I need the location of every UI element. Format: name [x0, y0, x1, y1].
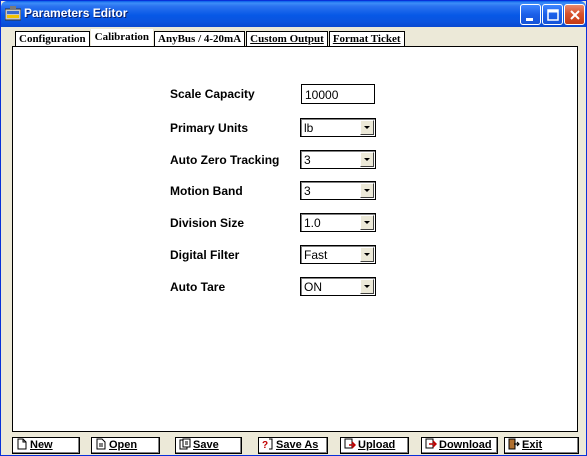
primary-units-select[interactable]: lb [300, 118, 376, 137]
svg-text:?: ? [262, 440, 268, 450]
parameters-editor-window: Parameters Editor Configuration Calibrat… [0, 0, 587, 456]
bottom-toolbar: New Open Save ? Save As Upload Download … [12, 437, 580, 455]
auto-tare-value: ON [304, 280, 322, 294]
minimize-button[interactable] [520, 4, 541, 25]
save-as-button[interactable]: ? Save As [258, 437, 328, 454]
auto-tare-label: Auto Tare [170, 280, 226, 294]
auto-tare-select[interactable]: ON [300, 277, 376, 296]
tab-configuration-label: Configuration [19, 33, 86, 45]
tab-anybus-label: AnyBus / 4-20mA [158, 33, 242, 45]
auto-zero-tracking-value: 3 [304, 153, 311, 167]
chevron-down-icon[interactable] [360, 120, 374, 135]
motion-band-label: Motion Band [170, 184, 243, 198]
tab-strip: Configuration Calibration AnyBus / 4-20m… [15, 29, 405, 47]
calibration-panel: Scale Capacity 10000 Primary Units lb Au… [12, 46, 578, 432]
new-file-icon [17, 438, 27, 450]
auto-zero-tracking-select[interactable]: 3 [300, 150, 376, 169]
save-as-button-label: Save As [276, 439, 319, 451]
motion-band-value: 3 [304, 184, 311, 198]
auto-zero-tracking-label: Auto Zero Tracking [170, 153, 280, 167]
open-button-label: Open [109, 439, 138, 451]
download-button[interactable]: Download [421, 437, 498, 454]
exit-button[interactable]: Exit [504, 437, 579, 454]
tab-calibration-label: Calibration [94, 31, 150, 43]
digital-filter-label: Digital Filter [170, 248, 240, 262]
primary-units-value: lb [304, 121, 314, 135]
download-icon [425, 438, 437, 449]
chevron-down-icon[interactable] [360, 215, 374, 230]
upload-icon [344, 438, 356, 449]
tab-configuration[interactable]: Configuration [15, 31, 90, 47]
save-button[interactable]: Save [175, 437, 242, 454]
chevron-down-icon[interactable] [360, 247, 374, 262]
chevron-down-icon[interactable] [360, 183, 374, 198]
title-bar[interactable]: Parameters Editor [1, 1, 586, 27]
close-button[interactable] [564, 4, 585, 25]
division-size-select[interactable]: 1.0 [300, 213, 376, 232]
upload-button-label: Upload [358, 439, 396, 451]
download-button-label: Download [439, 439, 492, 451]
tab-format-ticket-label: Format Ticket [332, 33, 401, 45]
upload-button[interactable]: Upload [340, 437, 409, 454]
save-button-label: Save [193, 439, 219, 451]
new-button[interactable]: New [12, 437, 80, 454]
app-icon [4, 6, 22, 21]
new-button-label: New [30, 439, 53, 451]
open-file-icon [96, 438, 106, 450]
minimize-icon [526, 18, 533, 21]
maximize-button[interactable] [542, 4, 563, 25]
exit-icon [508, 438, 520, 450]
motion-band-select[interactable]: 3 [300, 181, 376, 200]
close-icon [570, 10, 580, 20]
tab-calibration[interactable]: Calibration [90, 29, 154, 47]
tab-format-ticket[interactable]: Format Ticket [328, 31, 405, 47]
open-button[interactable]: Open [91, 437, 160, 454]
primary-units-label: Primary Units [170, 121, 249, 135]
exit-button-label: Exit [522, 439, 543, 451]
tab-anybus[interactable]: AnyBus / 4-20mA [154, 31, 246, 47]
tab-custom-output[interactable]: Custom Output [246, 31, 328, 47]
scale-capacity-input[interactable]: 10000 [301, 84, 375, 104]
division-size-label: Division Size [170, 216, 245, 230]
digital-filter-value: Fast [304, 248, 328, 262]
save-as-icon: ? [262, 438, 273, 450]
chevron-down-icon[interactable] [360, 279, 374, 294]
window-title: Parameters Editor [24, 6, 128, 20]
digital-filter-select[interactable]: Fast [300, 245, 376, 264]
division-size-value: 1.0 [304, 216, 321, 230]
chevron-down-icon[interactable] [360, 152, 374, 167]
scale-capacity-label: Scale Capacity [170, 87, 255, 101]
save-icon [179, 438, 191, 450]
tab-custom-output-label: Custom Output [250, 33, 324, 45]
maximize-icon [547, 9, 559, 21]
